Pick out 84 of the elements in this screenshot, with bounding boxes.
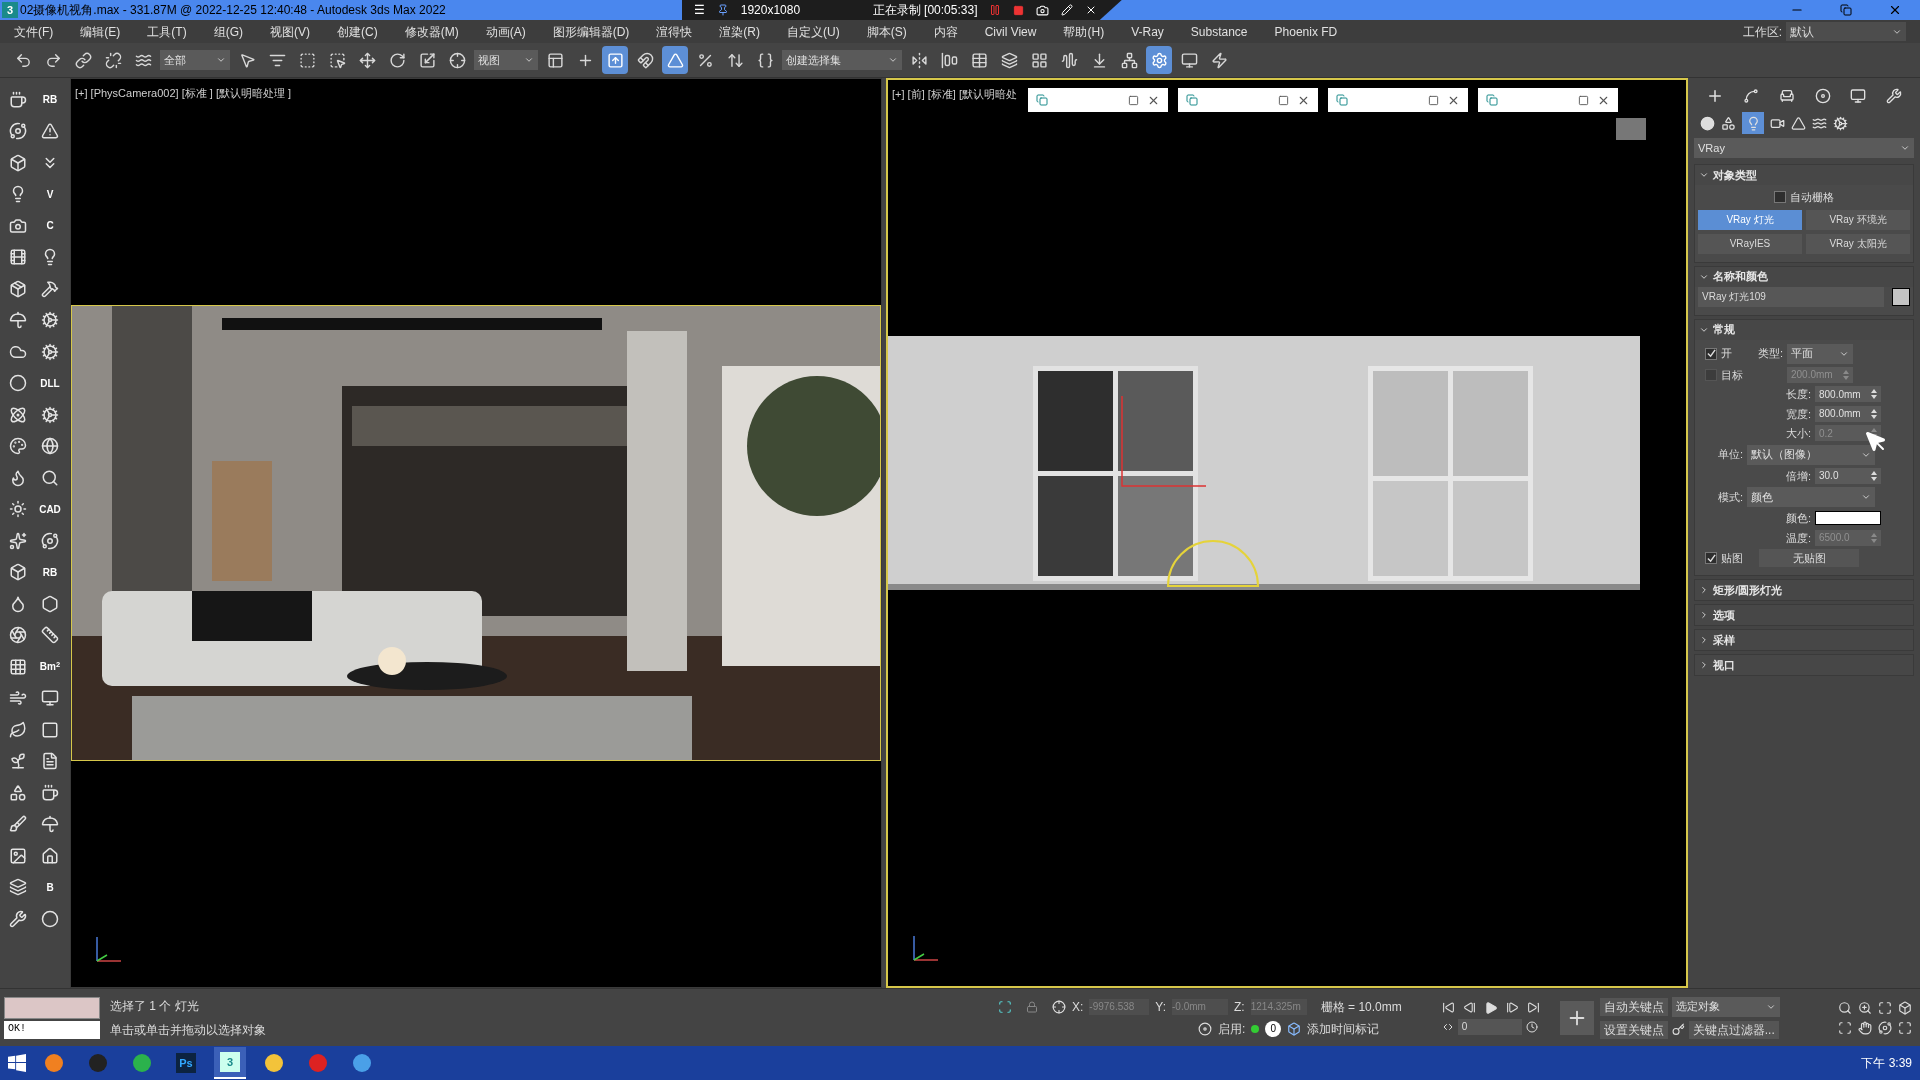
- y-label: Y:: [1155, 998, 1167, 1016]
- named-selection-dropdown[interactable]: 创建选择集: [782, 50, 902, 70]
- multiplier-field[interactable]: 30.0: [1815, 467, 1881, 484]
- coordinate-dropdown[interactable]: 视图: [474, 50, 538, 70]
- counter-badge[interactable]: 0: [1265, 1020, 1282, 1037]
- type-dropdown[interactable]: 平面: [1787, 343, 1853, 364]
- object-type-button[interactable]: VRay 环境光: [1806, 209, 1910, 230]
- field-label: 倍增:: [1785, 468, 1811, 484]
- viewport[interactable]: [+] [PhysCamera002] [标准 ] [默认明暗处理 ]: [70, 78, 882, 988]
- toolbar-button[interactable]: B: [36, 871, 64, 903]
- toolbar-button[interactable]: RB: [36, 84, 64, 116]
- toolbar-button[interactable]: Bm$^{2}$: [36, 651, 64, 683]
- recording-resolution: 1920x1080: [740, 2, 802, 19]
- field-label: 开: [1721, 346, 1733, 362]
- set-key-text-button[interactable]: 设置关键点: [1599, 1020, 1668, 1039]
- z-label: Z:: [1234, 998, 1245, 1016]
- add-time-tag-text[interactable]: 添加时间标记: [1307, 1019, 1380, 1038]
- taskbar-app[interactable]: Ps: [170, 1047, 202, 1079]
- taskbar-app[interactable]: 3: [214, 1047, 246, 1079]
- menu-item[interactable]: V-Ray: [1131, 22, 1164, 41]
- units-dropdown[interactable]: 默认（图像）: [1747, 444, 1875, 465]
- app-icon: 3: [2, 2, 18, 18]
- menu-item[interactable]: 工具(T): [147, 22, 187, 41]
- viewport-label[interactable]: [+] [前] [标准] [默认明暗处: [892, 86, 1017, 103]
- mode-dropdown[interactable]: 颜色: [1747, 487, 1875, 507]
- selection-filter-dropdown[interactable]: 全部: [160, 50, 230, 70]
- menu-item[interactable]: 动画(A): [485, 22, 526, 41]
- script-output-field[interactable]: OK!: [4, 1020, 100, 1039]
- toolbar-button[interactable]: DLL: [36, 367, 64, 399]
- menu-item[interactable]: 组(G): [213, 22, 243, 41]
- enable-label: 启用:: [1218, 1020, 1246, 1038]
- menu-glyph[interactable]: ☰: [693, 1, 705, 19]
- window-title: 02摄像机视角.max - 331.87M @ 2022-12-25 12:40:48 - Autodesk 3ds Max 2022: [20, 2, 446, 19]
- toolbar-button[interactable]: V: [36, 178, 64, 210]
- menu-item[interactable]: 文件(F): [14, 22, 54, 41]
- menu-item[interactable]: 内容: [933, 22, 958, 41]
- field-label: 类型:: [1756, 346, 1783, 362]
- length-field[interactable]: 800.0mm: [1815, 386, 1881, 403]
- toolbar-button[interactable]: RB: [36, 556, 64, 588]
- menu-item[interactable]: Phoenix FD: [1274, 22, 1338, 41]
- name-field[interactable]: VRay 灯光109: [1698, 286, 1884, 307]
- viewport-label[interactable]: [+] [PhysCamera002] [标准 ] [默认明暗处理 ]: [75, 85, 292, 102]
- map-button[interactable]: 无贴图: [1759, 549, 1859, 567]
- field-label: 模式:: [1716, 489, 1743, 505]
- menu-item[interactable]: Civil View: [984, 22, 1037, 41]
- width-field[interactable]: 800.0mm: [1815, 405, 1881, 422]
- toolbar-button[interactable]: CAD: [36, 493, 64, 525]
- menu-item[interactable]: 编辑(E): [80, 22, 121, 41]
- x-label: X:: [1072, 998, 1084, 1016]
- field-label: 目标: [1721, 367, 1744, 383]
- key-filters-button[interactable]: 关键点过滤器...: [1688, 1020, 1779, 1039]
- menu-item[interactable]: 自定义(U): [787, 22, 840, 41]
- menu-item[interactable]: 渲染(R): [719, 22, 760, 41]
- viewport[interactable]: [+] [前] [标准] [默认明暗处: [886, 78, 1688, 988]
- object-type-button[interactable]: VRayIES: [1698, 233, 1802, 254]
- menu-item[interactable]: 创建(C): [337, 22, 378, 41]
- field-label: 自动栅格: [1790, 190, 1834, 205]
- menu-item[interactable]: 视图(V): [270, 22, 310, 41]
- auto-key-button[interactable]: 自动关键点: [1599, 997, 1668, 1016]
- menu-item[interactable]: 帮助(H): [1063, 22, 1105, 41]
- prompt-text: 选择了 1 个 灯光: [110, 997, 200, 1015]
- menu-item[interactable]: 修改器(M): [404, 22, 459, 41]
- taskbar-clock: 下午 3:39: [1861, 1055, 1912, 1072]
- menu-item[interactable]: 图形编辑器(D): [552, 22, 630, 41]
- toolbar-button[interactable]: C: [36, 210, 64, 242]
- field-label: 贴图: [1721, 550, 1744, 566]
- workspace-label: 工作区:: [1742, 23, 1782, 41]
- field-label: 单位:: [1716, 447, 1743, 463]
- object-type-button[interactable]: VRay 太阳光: [1806, 233, 1910, 254]
- menu-item[interactable]: Substance: [1190, 22, 1248, 41]
- key-target-dropdown[interactable]: 选定对象: [1671, 996, 1780, 1017]
- field-label: 长度:: [1785, 387, 1811, 402]
- menu-item[interactable]: 脚本(S): [866, 22, 907, 41]
- field-label: 大小:: [1785, 426, 1811, 441]
- field-label: 温度:: [1785, 530, 1811, 546]
- workspace-dropdown[interactable]: 默认: [1786, 22, 1906, 41]
- grid-text: 栅格 = 10.0mm: [1320, 998, 1402, 1016]
- frame-field[interactable]: 0: [1457, 1018, 1522, 1035]
- category-dropdown[interactable]: VRay: [1694, 138, 1914, 158]
- menu-item[interactable]: 渲得快: [656, 22, 693, 41]
- field-label: 颜色:: [1785, 511, 1811, 526]
- hint-text: 单击或单击并拖动以选择对象: [110, 1021, 267, 1039]
- recording-status: 正在录制 [00:05:33]: [872, 2, 978, 19]
- field-label: 宽度:: [1785, 406, 1811, 422]
